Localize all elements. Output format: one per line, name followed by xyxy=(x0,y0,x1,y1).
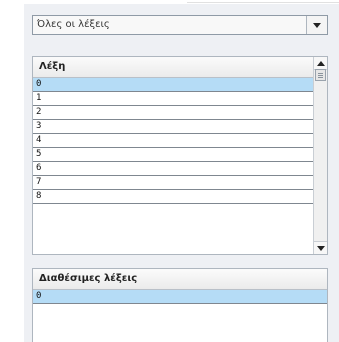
table-row[interactable]: 4 xyxy=(33,134,314,148)
top-strip xyxy=(0,0,339,3)
arrow-up-icon xyxy=(316,60,325,66)
grip-line xyxy=(318,77,323,78)
words-table-header[interactable]: Λέξη xyxy=(33,57,314,78)
scroll-thumb[interactable] xyxy=(315,69,326,81)
vertical-scrollbar[interactable] xyxy=(313,57,327,254)
words-column-header: Λέξη xyxy=(39,61,66,72)
available-words-column-header: Διαθέσιμες λέξεις xyxy=(39,273,138,284)
dropdown-button[interactable] xyxy=(306,16,327,34)
words-filter-dropdown[interactable]: Όλες οι λέξεις xyxy=(32,15,328,35)
arrow-down-icon xyxy=(316,245,325,251)
table-row[interactable]: 7 xyxy=(33,176,314,190)
chevron-down-icon xyxy=(313,22,321,28)
scroll-down-button[interactable] xyxy=(314,241,327,254)
divider xyxy=(187,2,339,3)
available-words-header[interactable]: Διαθέσιμες λέξεις xyxy=(33,269,327,290)
table-row[interactable]: 8 xyxy=(33,190,314,204)
table-row[interactable]: 0 xyxy=(33,78,314,92)
grip-line xyxy=(318,75,323,76)
words-filter-value: Όλες οι λέξεις xyxy=(37,19,110,30)
available-words-table: Διαθέσιμες λέξεις 0 xyxy=(32,268,328,342)
words-table-rows: 0 1 2 3 4 5 6 7 8 xyxy=(33,78,314,204)
grip-line xyxy=(318,73,323,74)
table-row[interactable]: 3 xyxy=(33,120,314,134)
table-row[interactable]: 1 xyxy=(33,92,314,106)
table-row[interactable]: 2 xyxy=(33,106,314,120)
table-row[interactable]: 0 xyxy=(33,290,327,304)
table-row[interactable]: 5 xyxy=(33,148,314,162)
words-table: Λέξη 0 1 2 3 4 5 6 7 8 xyxy=(32,56,328,255)
table-row[interactable]: 6 xyxy=(33,162,314,176)
